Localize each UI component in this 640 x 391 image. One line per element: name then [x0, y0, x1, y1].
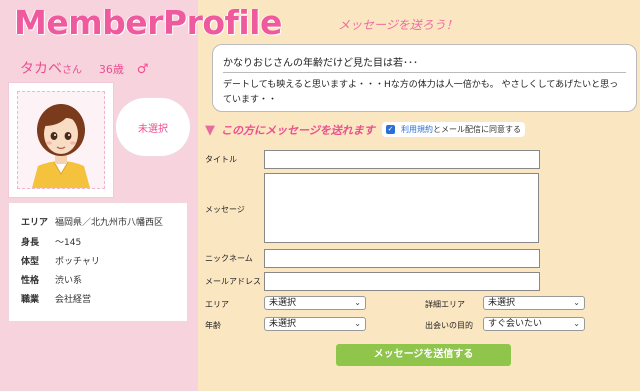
send-message-button[interactable]: メッセージを送信する: [336, 344, 511, 366]
area-select-value: 未選択: [269, 298, 297, 308]
detail-row-body: 体型 ポッチャリ: [21, 254, 100, 267]
status-bubble-text: 未選択: [138, 124, 168, 135]
detail-label: エリア: [21, 218, 49, 228]
checkbox-checked-icon[interactable]: ✓: [386, 125, 395, 134]
send-heading-text: この方にメッセージを送れます: [221, 124, 375, 137]
chevron-down-icon: ⌄: [354, 319, 361, 328]
avatar: [17, 91, 105, 189]
profile-honorific: さん: [62, 65, 82, 76]
title-label: タイトル: [205, 155, 237, 164]
chevron-down-icon: ⌄: [573, 298, 580, 307]
message-label: メッセージ: [205, 205, 245, 214]
detail-row-personality: 性格 渋い系: [21, 273, 82, 286]
profile-name-row: タカベさん 36歳 ♂: [20, 58, 148, 78]
arrow-down-icon: ▼: [205, 122, 215, 138]
purpose-select[interactable]: すぐ会いたい ⌄: [483, 317, 585, 331]
profile-details: エリア 福岡県／北九州市八幡西区 身長 〜145 体型 ポッチャリ 性格 渋い系 職業 会…: [8, 202, 188, 322]
email-label: メールアドレス: [205, 277, 261, 286]
detail-label: 体型: [21, 257, 40, 267]
profile-age: 36歳: [98, 63, 124, 76]
area-label: エリア: [205, 300, 229, 309]
avatar-frame: [8, 82, 114, 198]
area-select[interactable]: 未選択 ⌄: [264, 296, 366, 310]
chevron-down-icon: ⌄: [354, 298, 361, 307]
detail-row-job: 職業 会社経営: [21, 292, 91, 305]
profile-message-card: かなりおじさんの年齢だけど見た目は若･･･ デートしても映えると思いますよ・・・…: [212, 44, 637, 112]
send-heading: ▼ この方にメッセージを送れます: [205, 122, 375, 138]
status-bubble: 未選択: [116, 98, 190, 156]
detail-value: ポッチャリ: [55, 257, 100, 267]
age-select-value: 未選択: [269, 319, 297, 329]
avatar-illustration: [32, 104, 90, 188]
profile-name: タカベ: [20, 61, 62, 77]
chevron-down-icon: ⌄: [573, 319, 580, 328]
card-body: デートしても映えると思いますよ・・・Hな方の体力は人一倍かも。 やさしくしてあげ…: [223, 80, 619, 105]
detail-value: 渋い系: [55, 276, 83, 286]
age-select[interactable]: 未選択 ⌄: [264, 317, 366, 331]
detail-label: 職業: [21, 295, 40, 305]
detail-value: 会社経営: [55, 295, 92, 305]
detail-label: 性格: [21, 276, 40, 286]
agree-text: とメール配信に同意する: [433, 125, 521, 134]
email-input[interactable]: [264, 272, 540, 291]
detail-value: 〜145: [55, 238, 82, 248]
male-icon: ♂: [136, 62, 149, 77]
detail-area-select[interactable]: 未選択 ⌄: [483, 296, 585, 310]
title-input[interactable]: [264, 150, 540, 169]
logo: MemberProfile: [14, 3, 282, 42]
purpose-label: 出会いの目的: [425, 321, 473, 330]
terms-link[interactable]: 利用規約: [401, 124, 433, 135]
nickname-label: ニックネーム: [205, 254, 253, 263]
message-textarea[interactable]: [264, 173, 539, 243]
purpose-select-value: すぐ会いたい: [488, 319, 543, 329]
detail-label: 身長: [21, 238, 40, 248]
card-title: かなりおじさんの年齢だけど見た目は若･･･: [223, 58, 418, 69]
tagline: メッセージを送ろう！: [338, 18, 458, 32]
detail-area-select-value: 未選択: [488, 298, 516, 308]
detail-area-label: 詳細エリア: [425, 300, 465, 309]
nickname-input[interactable]: [264, 249, 540, 268]
agreement: ✓ 利用規約 とメール配信に同意する: [382, 122, 525, 137]
age-label: 年齢: [205, 321, 221, 330]
card-divider: [223, 72, 626, 73]
detail-row-height: 身長 〜145: [21, 235, 81, 248]
detail-value: 福岡県／北九州市八幡西区: [55, 218, 164, 228]
detail-row-area: エリア 福岡県／北九州市八幡西区: [21, 215, 163, 228]
